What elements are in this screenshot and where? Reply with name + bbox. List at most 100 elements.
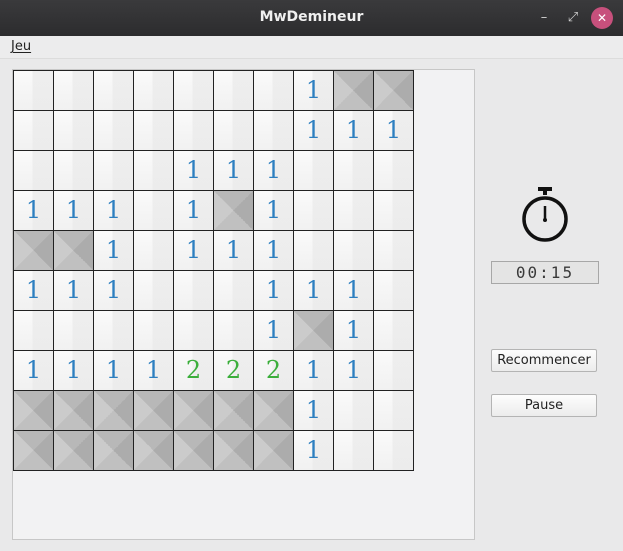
cell-hidden[interactable]: [134, 391, 173, 430]
cell-revealed[interactable]: [134, 271, 173, 310]
cell-revealed[interactable]: 1: [54, 271, 93, 310]
cell-revealed[interactable]: [174, 271, 213, 310]
cell-revealed[interactable]: [374, 271, 413, 310]
cell-revealed[interactable]: 2: [174, 351, 213, 390]
cell-revealed[interactable]: 1: [174, 151, 213, 190]
cell-revealed[interactable]: 2: [214, 351, 253, 390]
cell-revealed[interactable]: [374, 391, 413, 430]
cell-revealed[interactable]: [174, 111, 213, 150]
cell-hidden[interactable]: [214, 191, 253, 230]
maximize-icon[interactable]: ⤢: [562, 7, 584, 29]
cell-revealed[interactable]: [134, 71, 173, 110]
cell-revealed[interactable]: 1: [334, 271, 373, 310]
cell-revealed[interactable]: [334, 391, 373, 430]
cell-hidden[interactable]: [14, 231, 53, 270]
cell-revealed[interactable]: [94, 111, 133, 150]
cell-revealed[interactable]: [334, 191, 373, 230]
menu-jeu[interactable]: Jeu: [11, 39, 31, 54]
cell-revealed[interactable]: 1: [254, 231, 293, 270]
cell-revealed[interactable]: 1: [174, 191, 213, 230]
cell-revealed[interactable]: 1: [334, 111, 373, 150]
cell-hidden[interactable]: [94, 431, 133, 470]
cell-revealed[interactable]: 1: [254, 151, 293, 190]
cell-revealed[interactable]: 1: [214, 151, 253, 190]
cell-revealed[interactable]: [54, 311, 93, 350]
cell-hidden[interactable]: [294, 311, 333, 350]
cell-revealed[interactable]: [14, 311, 53, 350]
cell-revealed[interactable]: 1: [254, 271, 293, 310]
cell-revealed[interactable]: [14, 151, 53, 190]
cell-revealed[interactable]: [14, 111, 53, 150]
cell-revealed[interactable]: [134, 151, 173, 190]
cell-revealed[interactable]: 1: [294, 391, 333, 430]
cell-revealed[interactable]: 1: [14, 271, 53, 310]
cell-revealed[interactable]: [214, 311, 253, 350]
cell-hidden[interactable]: [54, 431, 93, 470]
cell-revealed[interactable]: [94, 151, 133, 190]
cell-revealed[interactable]: 2: [254, 351, 293, 390]
cell-revealed[interactable]: [294, 151, 333, 190]
cell-hidden[interactable]: [14, 431, 53, 470]
cell-hidden[interactable]: [374, 71, 413, 110]
cell-hidden[interactable]: [174, 391, 213, 430]
cell-hidden[interactable]: [254, 431, 293, 470]
cell-revealed[interactable]: 1: [294, 71, 333, 110]
cell-revealed[interactable]: 1: [14, 191, 53, 230]
cell-revealed[interactable]: [54, 71, 93, 110]
cell-hidden[interactable]: [134, 431, 173, 470]
cell-hidden[interactable]: [94, 391, 133, 430]
cell-revealed[interactable]: [54, 111, 93, 150]
cell-revealed[interactable]: 1: [174, 231, 213, 270]
cell-revealed[interactable]: [214, 271, 253, 310]
cell-revealed[interactable]: [294, 231, 333, 270]
cell-hidden[interactable]: [214, 431, 253, 470]
cell-revealed[interactable]: [174, 311, 213, 350]
cell-revealed[interactable]: 1: [374, 111, 413, 150]
cell-revealed[interactable]: [94, 311, 133, 350]
cell-revealed[interactable]: 1: [94, 271, 133, 310]
cell-revealed[interactable]: [134, 191, 173, 230]
cell-revealed[interactable]: [134, 111, 173, 150]
cell-revealed[interactable]: 1: [14, 351, 53, 390]
cell-revealed[interactable]: [254, 111, 293, 150]
cell-revealed[interactable]: 1: [54, 351, 93, 390]
cell-revealed[interactable]: 1: [94, 231, 133, 270]
cell-hidden[interactable]: [54, 231, 93, 270]
cell-revealed[interactable]: 1: [254, 311, 293, 350]
cell-revealed[interactable]: [374, 351, 413, 390]
cell-revealed[interactable]: [174, 71, 213, 110]
cell-revealed[interactable]: [294, 191, 333, 230]
cell-revealed[interactable]: 1: [254, 191, 293, 230]
restart-button[interactable]: Recommencer: [491, 349, 597, 372]
minimize-icon[interactable]: –: [533, 7, 555, 29]
pause-button[interactable]: Pause: [491, 394, 597, 417]
cell-revealed[interactable]: [14, 71, 53, 110]
cell-revealed[interactable]: 1: [334, 351, 373, 390]
cell-revealed[interactable]: [374, 151, 413, 190]
cell-revealed[interactable]: [374, 191, 413, 230]
cell-revealed[interactable]: [374, 431, 413, 470]
cell-revealed[interactable]: [214, 111, 253, 150]
cell-revealed[interactable]: [94, 71, 133, 110]
cell-revealed[interactable]: 1: [94, 351, 133, 390]
cell-hidden[interactable]: [214, 391, 253, 430]
cell-revealed[interactable]: [54, 151, 93, 190]
close-icon[interactable]: ✕: [591, 7, 613, 29]
cell-revealed[interactable]: [134, 311, 173, 350]
cell-revealed[interactable]: 1: [214, 231, 253, 270]
cell-revealed[interactable]: [334, 431, 373, 470]
cell-revealed[interactable]: 1: [54, 191, 93, 230]
cell-revealed[interactable]: 1: [294, 431, 333, 470]
cell-hidden[interactable]: [14, 391, 53, 430]
cell-revealed[interactable]: [134, 231, 173, 270]
cell-revealed[interactable]: 1: [294, 111, 333, 150]
cell-hidden[interactable]: [254, 391, 293, 430]
cell-revealed[interactable]: [374, 231, 413, 270]
cell-revealed[interactable]: 1: [294, 271, 333, 310]
cell-revealed[interactable]: [214, 71, 253, 110]
cell-revealed[interactable]: [334, 231, 373, 270]
cell-revealed[interactable]: 1: [134, 351, 173, 390]
cell-revealed[interactable]: 1: [94, 191, 133, 230]
cell-revealed[interactable]: 1: [334, 311, 373, 350]
cell-hidden[interactable]: [174, 431, 213, 470]
